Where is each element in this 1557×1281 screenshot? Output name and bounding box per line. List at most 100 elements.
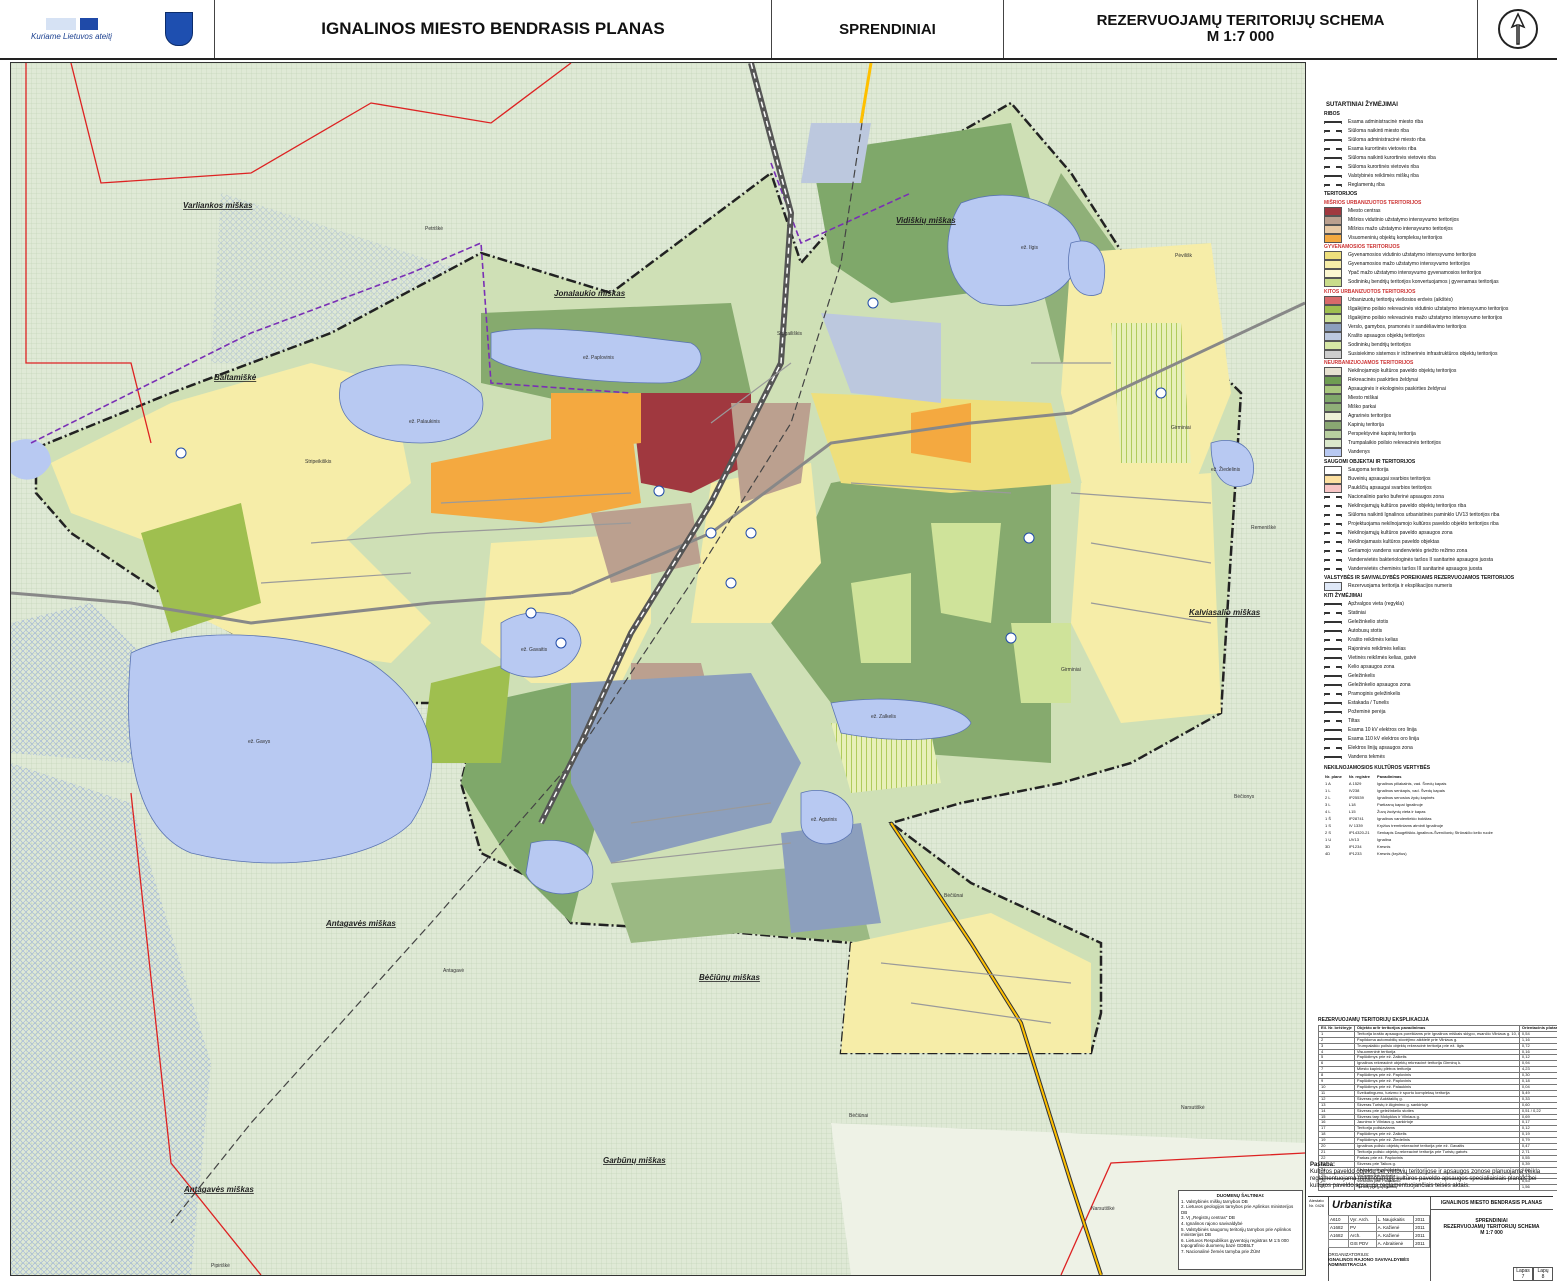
legend-item-label: Ypač mažo užstatymo intensyvumo gyvenamo… xyxy=(1348,270,1481,277)
legend-swatch-icon xyxy=(1324,350,1342,359)
legend-swatch-icon xyxy=(1324,385,1342,394)
table-row: 4DIP1233Kresnis (kryžius) xyxy=(1324,850,1499,857)
legend-item: Požeminė perėja xyxy=(1324,708,1553,716)
table-row: 1 LIV238Ignalinos senkapis, vad. Švedų k… xyxy=(1324,787,1499,794)
legend-swatch-icon xyxy=(1324,541,1342,544)
scale-label: M 1:7 000 xyxy=(1207,29,1275,45)
heritage-cell: Žuvų žudynių vieta ir kapas xyxy=(1376,808,1499,815)
legend-swatch-icon xyxy=(1324,305,1342,314)
public-objects-area-2 xyxy=(551,393,641,453)
legend-item-label: Verslo, gamybos, pramonės ir sandėliavim… xyxy=(1348,324,1466,331)
legend-panel: SUTARTINIAI ŽYMĖJIMAI RIBOS Esama admini… xyxy=(1310,62,1553,1162)
note-text: Kultūros paveldo objektų bei vietovių te… xyxy=(1310,1169,1540,1189)
legend-item: Vandenvietės cheminės taršos III sanitar… xyxy=(1324,565,1553,573)
legend-item: Verslo, gamybos, pramonės ir sandėliavim… xyxy=(1324,323,1553,331)
legend-item-label: Siūloma kurortinės vietovės riba xyxy=(1348,164,1419,171)
legend-swatch-icon xyxy=(1324,675,1342,678)
heritage-cell: 1 S xyxy=(1324,822,1348,829)
legend-swatch-icon xyxy=(1324,475,1342,484)
legend-swatch-icon xyxy=(1324,484,1342,493)
legend-swatch-icon xyxy=(1324,412,1342,421)
sheet-number: Lapas7 xyxy=(1513,1267,1533,1281)
heritage-cell: 3D xyxy=(1324,843,1348,850)
legend-item: Geležinkelio apsaugos zona xyxy=(1324,681,1553,689)
heritage-cell: Kresnis xyxy=(1376,843,1499,850)
legend-item: Esama administracinė miesto riba xyxy=(1324,118,1553,126)
scheme-name: REZERVUOJAMŲ TERITORIJŲ SCHEMA xyxy=(1097,13,1385,29)
legend-item-label: Paukščių apsaugai svarbios teritorijos xyxy=(1348,485,1432,492)
legend-swatch-icon xyxy=(1324,448,1342,457)
legend-item: Mišrios mažo užstatymo intensyvumo terit… xyxy=(1324,225,1553,233)
legend-item-label: Geležinkelis xyxy=(1348,673,1375,680)
legend-item: Siūloma naikinti kurortinės vietovės rib… xyxy=(1324,154,1553,162)
logo-caption: Kuriame Lietuvos ateitį xyxy=(31,32,112,41)
legend-item: Vandenvietės bakteriologinės taršos II s… xyxy=(1324,556,1553,564)
heritage-cell: 3 L xyxy=(1324,801,1348,808)
heritage-cell: IP28741 xyxy=(1348,815,1376,822)
legend-swatch-icon xyxy=(1324,278,1342,287)
heritage-cell: Senkapis Daugėliškio-Ignalinos-Švenčioni… xyxy=(1376,829,1499,836)
legend-swatch-icon xyxy=(1324,582,1342,591)
table-row: 2 SIP14320-21Senkapis Daugėliškio-Ignali… xyxy=(1324,829,1499,836)
map-canvas[interactable]: Varliankos miškas Jonalaukio miškas Vidi… xyxy=(10,62,1306,1276)
legend-swatch-icon xyxy=(1324,367,1342,376)
legend-item-label: Kelio apsaugos zona xyxy=(1348,664,1394,671)
label-girminiai: Girminiai xyxy=(1171,425,1191,431)
heritage-cell: IP1234 xyxy=(1348,843,1376,850)
table-row: 1 UUV13Ignalina xyxy=(1324,836,1499,843)
legend-item: Miesto miškai xyxy=(1324,395,1553,403)
persons-table: A610Vyr. Arch.L. Naujokaitis2011A1682PVA… xyxy=(1328,1215,1430,1248)
eu-flag-icon xyxy=(80,18,98,30)
tb-project-title: IGNALINOS MIESTO BENDRASIS PLANAS xyxy=(1430,1197,1553,1210)
label-forest-jonalaukio: Jonalaukio miškas xyxy=(554,289,626,298)
legend-item: Siūloma naikinti miesto riba xyxy=(1324,127,1553,135)
legend-item: Sodininkų bendrijų teritorijos konvertuo… xyxy=(1324,279,1553,287)
legend-item: Nekilnojamasis kultūros paveldo objektas xyxy=(1324,538,1553,546)
plan-title: IGNALINOS MIESTO BENDRASIS PLANAS xyxy=(215,0,772,58)
table-row: A1682Arch.A. Kažienė2011 xyxy=(1329,1232,1430,1240)
legend-item: Geriamojo vandens vandenvietės griežto r… xyxy=(1324,547,1553,555)
legend-protected-list: Saugoma teritorijaBuveinių apsaugai svar… xyxy=(1310,466,1553,573)
label-strigailiskis: Strigailiškis xyxy=(777,331,803,337)
legend-swatch-icon xyxy=(1324,693,1342,696)
person-cell: A1682 xyxy=(1329,1224,1349,1232)
legend-item-label: Gyvenamosios mažo užstatymo intensyvumo … xyxy=(1348,261,1470,268)
legend-heritage-title: NEKILNOJAMOSIOS KULTŪROS VERTYBĖS xyxy=(1324,765,1553,772)
label-lake-gavys: ež. Gavys xyxy=(248,739,271,745)
drawing-title-block: Atestato Nr. 0426 Urbanistika A610Vyr. A… xyxy=(1308,1196,1553,1281)
person-cell: A. Kažienė xyxy=(1376,1224,1414,1232)
heritage-cell: 4 L xyxy=(1324,808,1348,815)
legend-item: Susisiekimo sistemos ir inžinerinės infr… xyxy=(1324,350,1553,358)
legend-other-list: Apžvalgos vieta (regykla)StatiniaiGeleži… xyxy=(1310,600,1553,761)
north-arrow-icon xyxy=(1498,9,1538,49)
legend-item-label: Siūloma administracinė miesto riba xyxy=(1348,137,1426,144)
legend-item: Nekilnojamojo kultūros paveldo objektų t… xyxy=(1324,368,1553,376)
label-lake-agarinis: ež. Agarinis xyxy=(811,817,837,823)
legend-swatch-icon xyxy=(1324,559,1342,562)
legend-item-label: Geriamojo vandens vandenvietės griežto r… xyxy=(1348,548,1467,555)
scheme-title: REZERVUOJAMŲ TERITORIJŲ SCHEMA M 1:7 000 xyxy=(1004,0,1478,58)
legend-item: Reglamentų riba xyxy=(1324,181,1553,189)
legend-swatch-icon xyxy=(1324,702,1342,705)
legend-swatch-icon xyxy=(1324,621,1342,624)
person-cell: 2011 xyxy=(1414,1240,1430,1248)
legend-swatch-icon xyxy=(1324,666,1342,669)
legend-item: Nacionalinio parko buferinė apsaugos zon… xyxy=(1324,493,1553,501)
label-lake-paplovinis: ež. Paplovinis xyxy=(583,355,614,361)
legend-title: SUTARTINIAI ŽYMĖJIMAI xyxy=(1326,102,1553,109)
legend-swatch-icon xyxy=(1324,130,1342,133)
label-beciunai-2: Bėčiūnai xyxy=(849,1113,868,1119)
attestation-number: Atestato Nr. 0426 xyxy=(1308,1197,1328,1209)
legend-swatch-icon xyxy=(1324,505,1342,508)
legend-item-label: Estakada / Tunelis xyxy=(1348,700,1389,707)
legend-item-label: Sodininkų bendrijų teritorijos xyxy=(1348,342,1411,349)
legend-item: Estakada / Tunelis xyxy=(1324,699,1553,707)
legend-swatch-icon xyxy=(1324,175,1342,178)
legend-group-title: NEURBANIZUOJAMOS TERITORIJOS xyxy=(1324,360,1553,367)
legend-swatch-icon xyxy=(1324,332,1342,341)
heritage-cell: IP1233 xyxy=(1348,850,1376,857)
heritage-header-cell: Pavadinimas xyxy=(1376,773,1499,780)
label-remeniske: Remeniškė xyxy=(1251,525,1276,531)
label-forest-kalviasalio: Kalviasalio miškas xyxy=(1189,608,1261,617)
legend-item-label: Mišrios mažo užstatymo intensyvumo terit… xyxy=(1348,226,1453,233)
